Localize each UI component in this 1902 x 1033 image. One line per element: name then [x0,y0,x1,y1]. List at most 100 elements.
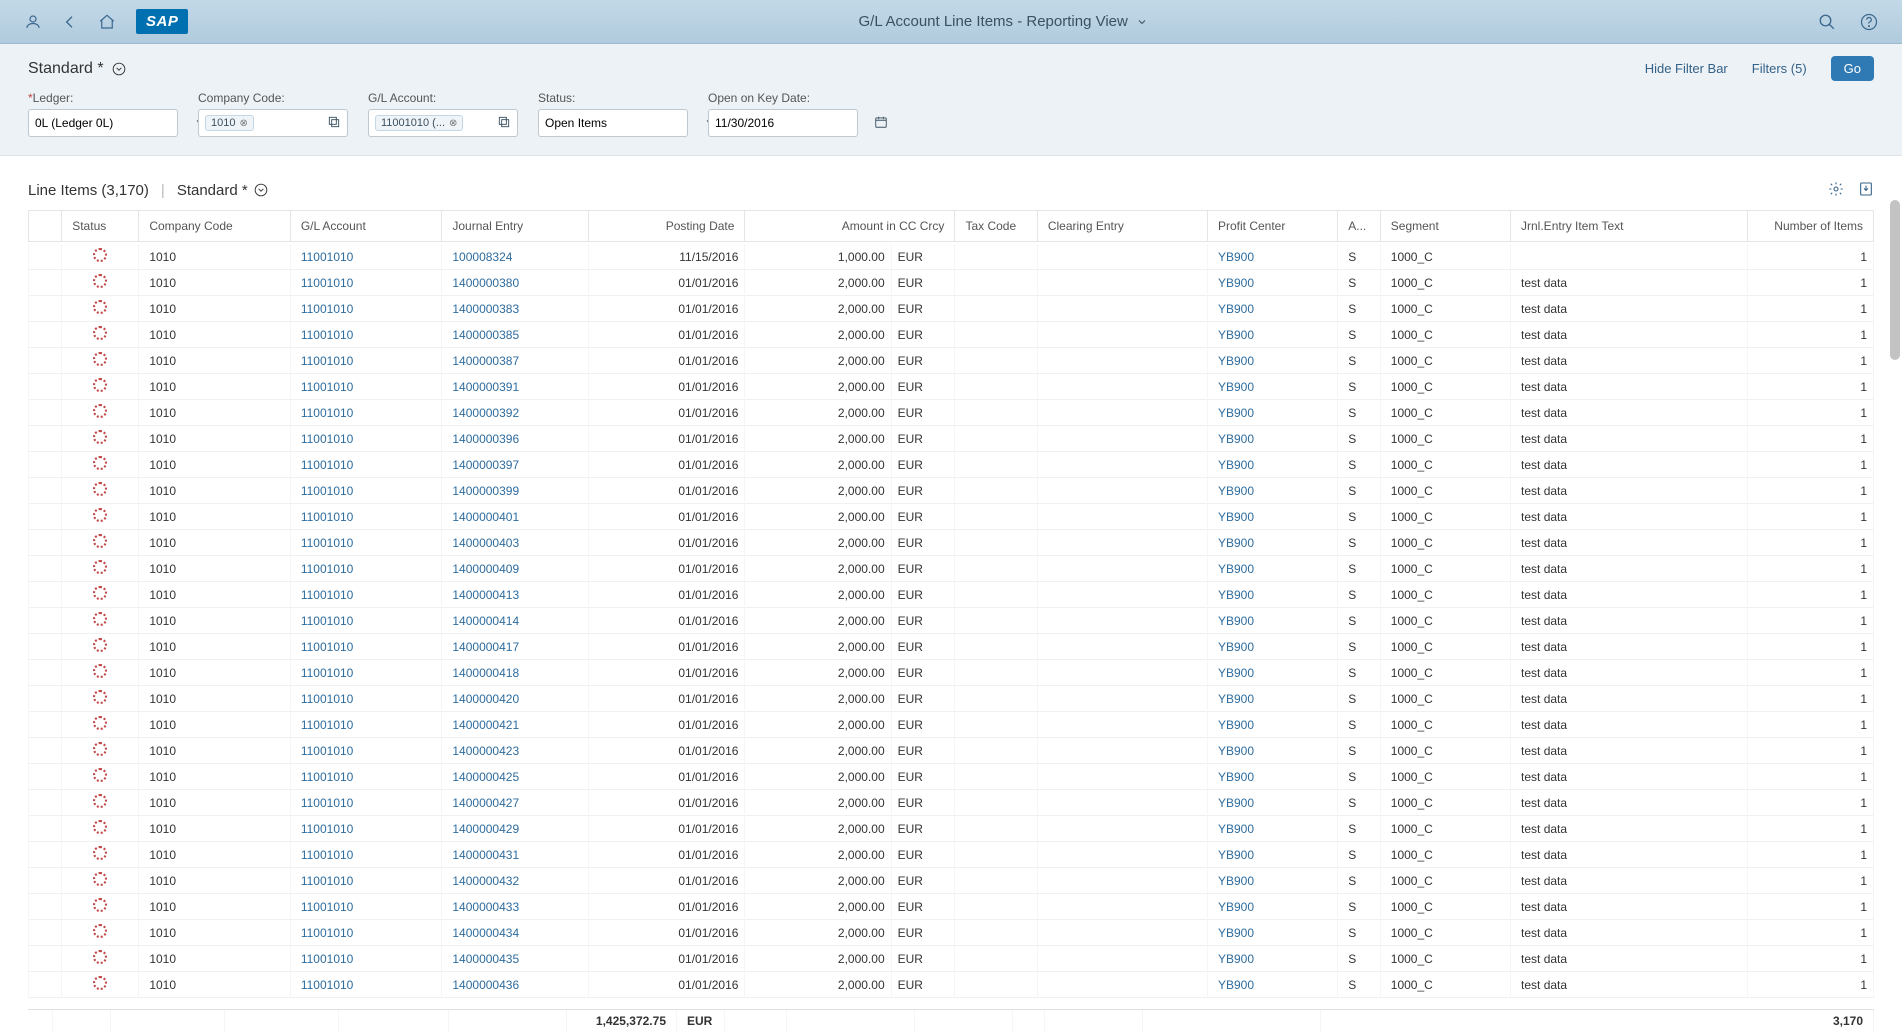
journal-link[interactable]: 1400000403 [452,536,519,550]
journal-link[interactable]: 1400000397 [452,458,519,472]
ledger-select[interactable] [28,109,178,137]
journal-link[interactable]: 1400000420 [452,692,519,706]
journal-link[interactable]: 1400000427 [452,796,519,810]
gl-account-input[interactable]: 11001010 (...⊗ [368,109,518,137]
scrollbar[interactable] [1890,200,1900,360]
settings-icon[interactable] [1828,181,1844,200]
table-row[interactable]: 101011001010140000042501/01/20162,000.00… [29,764,1874,790]
shell-title[interactable]: G/L Account Line Items - Reporting View [859,13,1148,30]
table-row[interactable]: 101011001010140000040101/01/20162,000.00… [29,504,1874,530]
col-nitems[interactable]: Number of Items [1747,211,1873,242]
gl-link[interactable]: 11001010 [301,744,354,758]
table-row[interactable]: 101011001010140000042301/01/20162,000.00… [29,738,1874,764]
journal-link[interactable]: 1400000418 [452,666,519,680]
col-gl[interactable]: G/L Account [290,211,442,242]
journal-link[interactable]: 1400000421 [452,718,519,732]
profit-link[interactable]: YB900 [1218,640,1254,654]
value-help-icon[interactable] [497,115,511,132]
profit-link[interactable]: YB900 [1218,822,1254,836]
gl-link[interactable]: 11001010 [301,822,354,836]
profit-link[interactable]: YB900 [1218,458,1254,472]
journal-link[interactable]: 1400000414 [452,614,519,628]
gl-link[interactable]: 11001010 [301,562,354,576]
profit-link[interactable]: YB900 [1218,432,1254,446]
gl-link[interactable]: 11001010 [301,770,354,784]
col-tax[interactable]: Tax Code [955,211,1037,242]
gl-link[interactable]: 11001010 [301,302,354,316]
journal-link[interactable]: 1400000401 [452,510,519,524]
table-variant[interactable]: Standard * [177,182,268,199]
table-row[interactable]: 101011001010140000042001/01/20162,000.00… [29,686,1874,712]
journal-link[interactable]: 1400000409 [452,562,519,576]
profit-link[interactable]: YB900 [1218,354,1254,368]
help-icon[interactable] [1860,13,1878,31]
profit-link[interactable]: YB900 [1218,692,1254,706]
profit-link[interactable]: YB900 [1218,666,1254,680]
col-select[interactable] [29,211,62,242]
profit-link[interactable]: YB900 [1218,796,1254,810]
profit-link[interactable]: YB900 [1218,848,1254,862]
table-row[interactable]: 101011001010140000038301/01/20162,000.00… [29,296,1874,322]
col-status[interactable]: Status [62,211,139,242]
journal-link[interactable]: 100008324 [452,250,512,264]
table-row[interactable]: 10101100101010000832411/15/20161,000.00E… [29,244,1874,270]
gl-link[interactable]: 11001010 [301,536,354,550]
table-row[interactable]: 101011001010140000043201/01/20162,000.00… [29,868,1874,894]
journal-link[interactable]: 1400000425 [452,770,519,784]
profit-link[interactable]: YB900 [1218,744,1254,758]
gl-link[interactable]: 11001010 [301,276,354,290]
table-row[interactable]: 101011001010140000041701/01/20162,000.00… [29,634,1874,660]
gl-link[interactable]: 11001010 [301,952,354,966]
profit-link[interactable]: YB900 [1218,952,1254,966]
gl-link[interactable]: 11001010 [301,926,354,940]
gl-link[interactable]: 11001010 [301,666,354,680]
journal-link[interactable]: 1400000387 [452,354,519,368]
gl-link[interactable]: 11001010 [301,874,354,888]
go-button[interactable]: Go [1831,56,1874,81]
col-amount[interactable]: Amount in CC Crcy [745,211,955,242]
journal-link[interactable]: 1400000413 [452,588,519,602]
profit-link[interactable]: YB900 [1218,484,1254,498]
profit-link[interactable]: YB900 [1218,536,1254,550]
table-row[interactable]: 101011001010140000041301/01/20162,000.00… [29,582,1874,608]
journal-link[interactable]: 1400000392 [452,406,519,420]
profit-link[interactable]: YB900 [1218,328,1254,342]
table-row[interactable]: 101011001010140000042701/01/20162,000.00… [29,790,1874,816]
col-company[interactable]: Company Code [139,211,291,242]
profit-link[interactable]: YB900 [1218,510,1254,524]
profit-link[interactable]: YB900 [1218,718,1254,732]
export-icon[interactable] [1858,181,1874,200]
profit-link[interactable]: YB900 [1218,406,1254,420]
journal-link[interactable]: 1400000396 [452,432,519,446]
profit-link[interactable]: YB900 [1218,562,1254,576]
profit-link[interactable]: YB900 [1218,250,1254,264]
journal-link[interactable]: 1400000417 [452,640,519,654]
journal-link[interactable]: 1400000431 [452,848,519,862]
col-profit[interactable]: Profit Center [1207,211,1337,242]
table-row[interactable]: 101011001010140000042901/01/20162,000.00… [29,816,1874,842]
journal-link[interactable]: 1400000435 [452,952,519,966]
table-row[interactable]: 101011001010140000038501/01/20162,000.00… [29,322,1874,348]
profit-link[interactable]: YB900 [1218,770,1254,784]
user-icon[interactable] [24,13,42,31]
gl-link[interactable]: 11001010 [301,796,354,810]
profit-link[interactable]: YB900 [1218,614,1254,628]
table-row[interactable]: 101011001010140000041801/01/20162,000.00… [29,660,1874,686]
table-row[interactable]: 101011001010140000043501/01/20162,000.00… [29,946,1874,972]
profit-link[interactable]: YB900 [1218,276,1254,290]
table-row[interactable]: 101011001010140000039601/01/20162,000.00… [29,426,1874,452]
table-row[interactable]: 101011001010140000039901/01/20162,000.00… [29,478,1874,504]
profit-link[interactable]: YB900 [1218,302,1254,316]
gl-link[interactable]: 11001010 [301,848,354,862]
profit-link[interactable]: YB900 [1218,380,1254,394]
search-icon[interactable] [1818,13,1836,31]
journal-link[interactable]: 1400000391 [452,380,519,394]
gl-link[interactable]: 11001010 [301,458,354,472]
journal-link[interactable]: 1400000383 [452,302,519,316]
company-code-token[interactable]: 1010⊗ [205,115,254,131]
table-row[interactable]: 101011001010140000043401/01/20162,000.00… [29,920,1874,946]
gl-link[interactable]: 11001010 [301,380,354,394]
profit-link[interactable]: YB900 [1218,874,1254,888]
journal-link[interactable]: 1400000385 [452,328,519,342]
gl-link[interactable]: 11001010 [301,692,354,706]
